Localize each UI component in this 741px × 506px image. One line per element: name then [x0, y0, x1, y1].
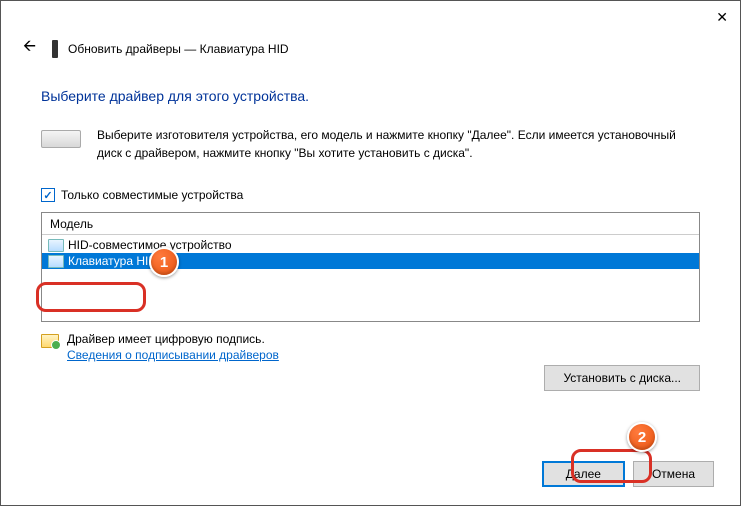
page-title: Выберите драйвер для этого устройства. — [41, 88, 700, 104]
compatible-checkbox[interactable]: ✓ — [41, 188, 55, 202]
dialog-window: ✕ 🡨 Обновить драйверы — Клавиатура HID В… — [0, 0, 741, 506]
signature-title: Драйвер имеет цифровую подпись. — [67, 332, 700, 346]
footer-buttons: Далее Отмена — [542, 461, 714, 487]
compatible-checkbox-label: Только совместимые устройства — [61, 188, 243, 202]
content-area: Выберите драйвер для этого устройства. В… — [1, 70, 740, 362]
list-item[interactable]: Клавиатура HID — [42, 253, 699, 269]
list-item-label: Клавиатура HID — [68, 254, 157, 268]
header-row: 🡨 Обновить драйверы — Клавиатура HID — [1, 33, 740, 70]
signature-text-block: Драйвер имеет цифровую подпись. Сведения… — [67, 332, 700, 362]
device-icon — [52, 40, 58, 58]
device-list-icon — [48, 255, 64, 268]
close-icon[interactable]: ✕ — [716, 9, 728, 26]
cancel-button[interactable]: Отмена — [633, 461, 714, 487]
annotation-badge: 2 — [627, 422, 657, 452]
check-icon: ✓ — [43, 189, 52, 202]
certificate-icon — [41, 334, 59, 348]
model-list: HID-совместимое устройство Клавиатура HI… — [42, 235, 699, 269]
model-header: Модель — [42, 213, 699, 235]
compatible-checkbox-row: ✓ Только совместимые устройства — [41, 188, 700, 202]
list-item-label: HID-совместимое устройство — [68, 238, 232, 252]
model-listbox: Модель HID-совместимое устройство Клавиа… — [41, 212, 700, 322]
signature-info-link[interactable]: Сведения о подписывании драйверов — [67, 348, 279, 362]
titlebar: ✕ — [1, 1, 740, 33]
instruction-row: Выберите изготовителя устройства, его мо… — [41, 126, 700, 162]
header-title: Обновить драйверы — Клавиатура HID — [68, 42, 289, 56]
instruction-text: Выберите изготовителя устройства, его мо… — [97, 126, 700, 162]
keyboard-icon — [41, 130, 81, 148]
back-arrow-icon[interactable]: 🡨 — [17, 33, 42, 64]
annotation-badge: 1 — [149, 247, 179, 277]
list-item[interactable]: HID-совместимое устройство — [42, 237, 699, 253]
device-list-icon — [48, 239, 64, 252]
next-button[interactable]: Далее — [542, 461, 625, 487]
install-from-disk-button[interactable]: Установить с диска... — [544, 365, 700, 391]
signature-row: Драйвер имеет цифровую подпись. Сведения… — [41, 332, 700, 362]
